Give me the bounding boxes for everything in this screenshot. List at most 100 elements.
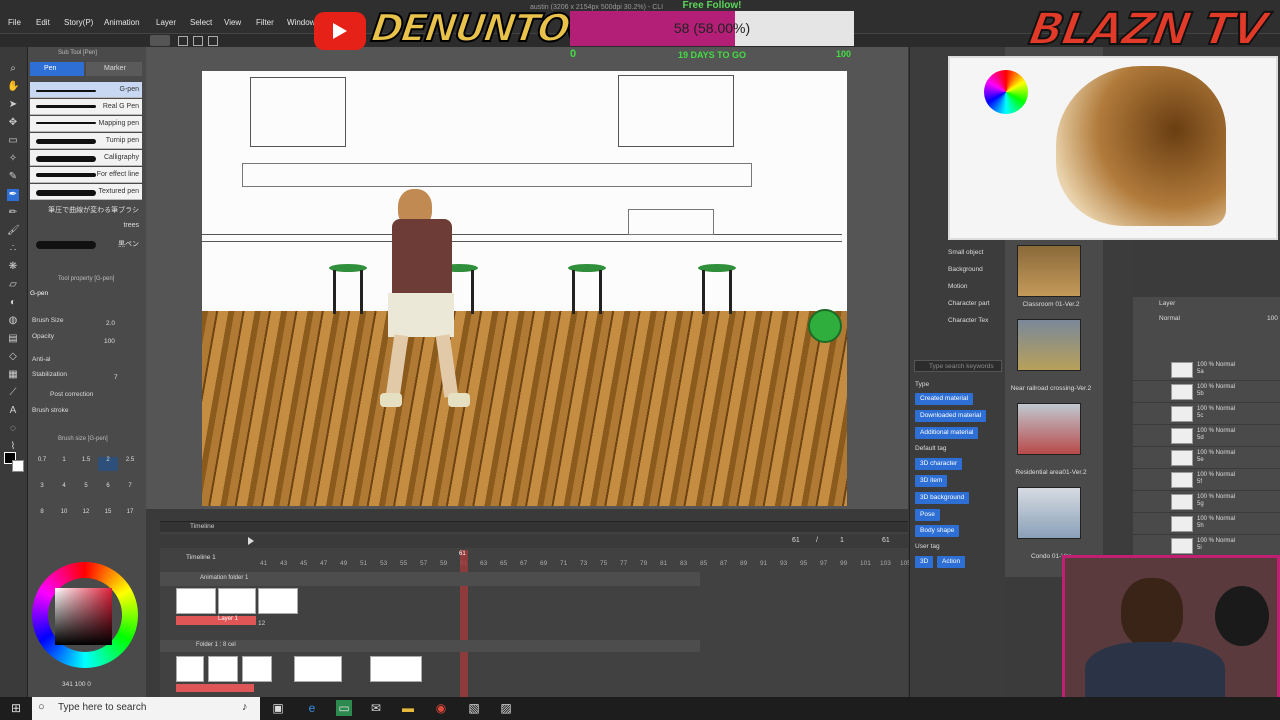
keyframe-cel[interactable] bbox=[294, 656, 342, 682]
brush-size-option[interactable]: 6 bbox=[98, 483, 118, 497]
decoration-icon[interactable]: ❋ bbox=[7, 261, 19, 273]
brush-size-option[interactable]: 1.5 bbox=[76, 457, 96, 471]
brush-size-option[interactable]: 7 bbox=[120, 483, 140, 497]
pen-item-gpen[interactable]: G-pen bbox=[30, 82, 142, 98]
tag-body-shape[interactable]: Body shape bbox=[915, 525, 960, 537]
brush-size-option[interactable]: 12 bbox=[76, 509, 96, 523]
tree-item[interactable]: Small object bbox=[948, 249, 983, 256]
keyframe-cel[interactable] bbox=[176, 656, 204, 682]
material-thumb-classroom[interactable] bbox=[1017, 245, 1081, 297]
track1-name[interactable]: Animation folder 1 bbox=[200, 575, 248, 581]
tag-action[interactable]: Action bbox=[937, 556, 966, 568]
ruler-icon[interactable]: ⟋ bbox=[7, 387, 19, 399]
material-thumb-condo[interactable] bbox=[1017, 487, 1081, 539]
brush-size-value[interactable]: 2.0 bbox=[106, 320, 115, 327]
pen-item-effect-line[interactable]: For effect line bbox=[30, 167, 142, 183]
brush-size-option[interactable]: 17 bbox=[120, 509, 140, 523]
text-icon[interactable]: A bbox=[7, 405, 19, 417]
tree-item[interactable]: Character part bbox=[948, 300, 990, 307]
tag-3d-item[interactable]: 3D item bbox=[915, 475, 948, 487]
pen-item-textured-pen[interactable]: Textured pen bbox=[30, 184, 142, 200]
tag-downloaded-material[interactable]: Downloaded material bbox=[915, 410, 987, 422]
layer-tab[interactable]: Layer bbox=[1159, 300, 1175, 307]
layer-label[interactable]: Layer 1 bbox=[176, 616, 256, 625]
tab-marker[interactable]: Marker bbox=[86, 62, 142, 76]
layer-row[interactable]: 100 % Normal 5h bbox=[1133, 513, 1280, 535]
pen-icon[interactable]: ✒ bbox=[7, 189, 19, 201]
brush-size-option[interactable]: 1 bbox=[54, 457, 74, 471]
menu-select[interactable]: Select bbox=[190, 18, 212, 27]
pen-item-black-pen[interactable]: 黒ペン bbox=[30, 235, 142, 251]
layer-row[interactable]: 100 % Normal 5d bbox=[1133, 425, 1280, 447]
keyframe-cel[interactable] bbox=[218, 588, 256, 614]
microphone-icon[interactable]: ♪ bbox=[242, 701, 248, 713]
keyframe-cel[interactable] bbox=[176, 588, 216, 614]
tree-item[interactable]: Character Tex bbox=[948, 317, 988, 324]
layer-opacity[interactable]: 100 bbox=[1267, 315, 1278, 322]
layer-row[interactable]: 100 % Normal 5f bbox=[1133, 469, 1280, 491]
menu-window[interactable]: Window bbox=[287, 18, 315, 27]
mail-icon[interactable]: ✉ bbox=[368, 700, 384, 716]
blend-icon[interactable]: ◐ bbox=[7, 297, 19, 309]
color-square[interactable] bbox=[55, 588, 112, 645]
blend-mode-select[interactable]: Normal bbox=[1159, 315, 1180, 322]
gradient-icon[interactable]: ▤ bbox=[7, 333, 19, 345]
sub-color-swatch[interactable] bbox=[12, 460, 24, 472]
layer-row[interactable]: 100 % Normal 5e bbox=[1133, 447, 1280, 469]
pen-item-brush-jp[interactable]: 筆圧で曲線が変わる筆ブラシ bbox=[30, 201, 142, 217]
auto-select-icon[interactable]: ✧ bbox=[7, 153, 19, 165]
layer-label[interactable] bbox=[176, 684, 254, 692]
layer-row[interactable]: 100 % Normal 5a bbox=[1133, 359, 1280, 381]
brush-size-option[interactable]: 0.7 bbox=[32, 457, 52, 471]
keyframe-cel[interactable] bbox=[208, 656, 238, 682]
app-icon[interactable]: ▧ bbox=[466, 700, 482, 716]
new-file-icon[interactable] bbox=[178, 36, 188, 46]
pen-item-real-g-pen[interactable]: Real G Pen bbox=[30, 99, 142, 115]
tag-3d[interactable]: 3D bbox=[915, 556, 934, 568]
pen-item-turnip-pen[interactable]: Turnip pen bbox=[30, 133, 142, 149]
fill-icon[interactable]: ◍ bbox=[7, 315, 19, 327]
brush-size-option[interactable]: 2.5 bbox=[120, 457, 140, 471]
menu-animation[interactable]: Animation bbox=[104, 18, 140, 27]
clip-studio-icon[interactable]: ▭ bbox=[336, 700, 352, 716]
tag-pose[interactable]: Pose bbox=[915, 509, 940, 521]
balloon-icon[interactable]: ◌ bbox=[7, 423, 19, 435]
zoom-icon[interactable]: ⌕ bbox=[7, 63, 19, 75]
tag-3d-character[interactable]: 3D character bbox=[915, 458, 963, 470]
move-icon[interactable]: ✥ bbox=[7, 117, 19, 129]
taskbar-search[interactable]: ○ Type here to search ♪ bbox=[32, 697, 260, 720]
brush-size-option[interactable]: 2 bbox=[98, 457, 118, 471]
operation-icon[interactable]: ➤ bbox=[7, 99, 19, 111]
tag-created-material[interactable]: Created material bbox=[915, 393, 974, 405]
hand-icon[interactable]: ✋ bbox=[7, 81, 19, 93]
brush-size-option[interactable]: 10 bbox=[54, 509, 74, 523]
menu-filter[interactable]: Filter bbox=[256, 18, 274, 27]
track2-name[interactable]: Folder 1 : 8 cel bbox=[196, 642, 236, 648]
material-thumb-railroad[interactable] bbox=[1017, 319, 1081, 371]
layer-row[interactable]: 100 % Normal 5c bbox=[1133, 403, 1280, 425]
pen-item-mapping-pen[interactable]: Mapping pen bbox=[30, 116, 142, 132]
tag-3d-background[interactable]: 3D background bbox=[915, 492, 970, 504]
brush-size-option[interactable]: 4 bbox=[54, 483, 74, 497]
material-thumb-residential[interactable] bbox=[1017, 403, 1081, 455]
pencil-icon[interactable]: ✏ bbox=[7, 207, 19, 219]
folder-icon[interactable]: ▬ bbox=[400, 700, 416, 716]
task-view-icon[interactable]: ▣ bbox=[270, 700, 286, 716]
chrome-icon[interactable]: ◉ bbox=[433, 700, 449, 716]
layer-row[interactable]: 100 % Normal 5i bbox=[1133, 535, 1280, 557]
eyedropper-icon[interactable]: ✎ bbox=[7, 171, 19, 183]
airbrush-icon[interactable]: ∴ bbox=[7, 243, 19, 255]
tree-item[interactable]: Motion bbox=[948, 283, 968, 290]
menu-file[interactable]: File bbox=[8, 18, 21, 27]
menu-view[interactable]: View bbox=[224, 18, 241, 27]
eraser-icon[interactable]: ▱ bbox=[7, 279, 19, 291]
save-icon[interactable] bbox=[208, 36, 218, 46]
opacity-value[interactable]: 100 bbox=[104, 338, 115, 345]
tag-additional-material[interactable]: Additional material bbox=[915, 427, 979, 439]
menu-edit[interactable]: Edit bbox=[36, 18, 50, 27]
pen-item-trees[interactable]: trees bbox=[30, 218, 142, 234]
drawing-canvas[interactable] bbox=[202, 71, 847, 506]
tree-item[interactable]: Background bbox=[948, 266, 983, 273]
brush-size-option[interactable]: 5 bbox=[76, 483, 96, 497]
brush-size-option[interactable]: 8 bbox=[32, 509, 52, 523]
